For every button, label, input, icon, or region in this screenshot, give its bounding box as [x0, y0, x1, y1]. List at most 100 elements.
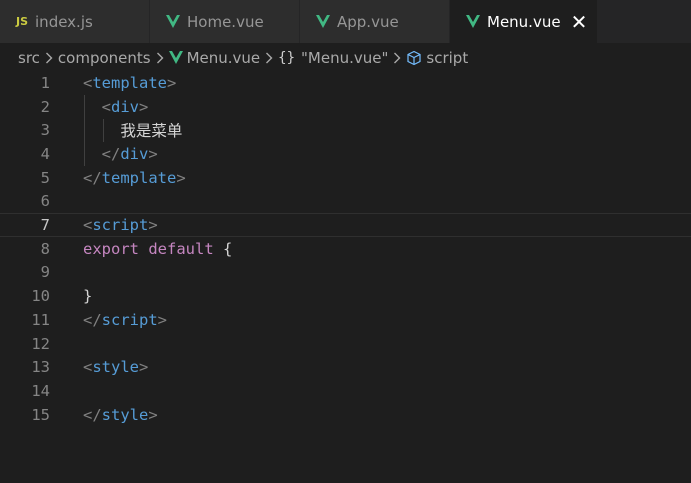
code-token: 我是菜单: [83, 122, 183, 141]
code-text: 我是菜单: [83, 119, 182, 141]
code-line[interactable]: 3 我是菜单: [0, 118, 691, 142]
vue-icon: [168, 51, 183, 64]
code-text: </style>: [83, 406, 158, 424]
code-line[interactable]: 14: [0, 379, 691, 403]
cube-icon: [406, 50, 422, 66]
js-icon: JS: [16, 15, 29, 28]
code-token: <: [83, 216, 93, 235]
line-number: 12: [31, 334, 50, 353]
breadcrumb-item-file[interactable]: Menu.vue: [187, 49, 261, 67]
code-token: </: [101, 144, 121, 163]
breadcrumb: src components Menu.vue {} "Menu.vue" sc…: [0, 43, 691, 72]
line-number: 10: [31, 287, 50, 306]
code-line[interactable]: 15 </style>: [0, 403, 691, 427]
code-editor[interactable]: 1 <template> 2 <div> 3 我是菜单 4 </div> 5 </templ…: [0, 72, 691, 483]
line-number: 5: [40, 168, 50, 187]
line-number: 15: [31, 405, 50, 424]
tab-menu-vue[interactable]: Menu.vue ✕: [450, 0, 597, 43]
code-text: <div>: [83, 97, 149, 116]
breadcrumb-item-src[interactable]: src: [18, 49, 40, 67]
code-text: export default {: [83, 240, 232, 258]
vue-icon: [316, 15, 330, 28]
code-line[interactable]: 5 </template>: [0, 166, 691, 190]
code-text: </div>: [83, 145, 158, 163]
code-token: >: [148, 405, 158, 424]
code-text: }: [83, 287, 92, 305]
line-number: 9: [40, 263, 50, 282]
tab-index-js[interactable]: JS index.js: [0, 0, 150, 43]
code-token: >: [148, 144, 158, 163]
chevron-right-icon: [393, 52, 401, 64]
code-line[interactable]: 9: [0, 261, 691, 285]
code-token: {: [213, 239, 233, 258]
editor-tab-bar: JS index.js Home.vue App.vue Menu.vue ✕: [0, 0, 691, 43]
code-token: <: [101, 97, 112, 116]
vue-icon: [166, 15, 180, 28]
breadcrumb-item-script[interactable]: script: [426, 49, 468, 67]
code-token: export: [83, 239, 139, 258]
code-text: <template>: [83, 74, 176, 92]
code-line[interactable]: 8 export default {: [0, 237, 691, 261]
code-text: </template>: [83, 169, 186, 187]
code-token: script: [92, 216, 149, 235]
code-token: </: [83, 405, 102, 424]
code-token: style: [92, 358, 140, 377]
tab-label: Menu.vue: [487, 12, 561, 31]
code-text: </script>: [83, 311, 167, 329]
tab-label: Home.vue: [187, 12, 264, 31]
code-token: >: [148, 216, 158, 235]
code-line[interactable]: 1 <template>: [0, 71, 691, 95]
code-token: >: [139, 97, 149, 116]
line-number: 1: [40, 73, 50, 92]
braces-icon: {}: [278, 49, 296, 66]
line-number: 7: [40, 216, 50, 235]
code-token: template: [92, 73, 167, 92]
line-number: 2: [40, 97, 50, 116]
code-line[interactable]: 7 <script>: [0, 213, 691, 237]
code-token: </: [83, 310, 102, 329]
code-token: script: [101, 310, 158, 329]
code-text: <style>: [83, 358, 148, 376]
code-token: >: [157, 310, 168, 329]
code-token: style: [101, 405, 149, 424]
tab-label: App.vue: [337, 12, 399, 31]
code-line[interactable]: 6: [0, 190, 691, 214]
chevron-right-icon: [45, 52, 53, 64]
code-token: template: [101, 168, 177, 187]
breadcrumb-item-module[interactable]: "Menu.vue": [301, 49, 388, 67]
line-number: 11: [31, 310, 50, 329]
vue-icon: [466, 15, 480, 28]
code-line[interactable]: 2 <div>: [0, 95, 691, 119]
code-token: >: [167, 73, 177, 92]
code-token: default: [148, 239, 214, 258]
code-line[interactable]: 12: [0, 332, 691, 356]
line-number: 3: [40, 121, 50, 140]
tab-home-vue[interactable]: Home.vue: [150, 0, 300, 43]
chevron-right-icon: [265, 52, 273, 64]
code-token: div: [120, 144, 149, 163]
code-token: div: [111, 97, 140, 116]
line-number: 13: [31, 358, 50, 377]
chevron-right-icon: [156, 52, 164, 64]
line-number: 4: [40, 144, 50, 163]
code-token: >: [176, 168, 186, 187]
tab-label: index.js: [35, 12, 93, 31]
line-number: 14: [31, 381, 50, 400]
line-number: 6: [40, 192, 50, 211]
code-text: <script>: [83, 216, 158, 234]
code-token: <: [83, 358, 93, 377]
code-line[interactable]: 4 </div>: [0, 142, 691, 166]
code-line[interactable]: 10}: [0, 284, 691, 308]
tab-app-vue[interactable]: App.vue: [300, 0, 450, 43]
code-token: <: [83, 73, 93, 92]
breadcrumb-item-components[interactable]: components: [58, 49, 151, 67]
code-line[interactable]: 11 </script>: [0, 308, 691, 332]
code-line[interactable]: 13 <style>: [0, 355, 691, 379]
code-token: </: [83, 168, 102, 187]
close-icon[interactable]: ✕: [571, 12, 588, 32]
code-token: }: [83, 287, 93, 306]
line-number: 8: [40, 239, 50, 258]
